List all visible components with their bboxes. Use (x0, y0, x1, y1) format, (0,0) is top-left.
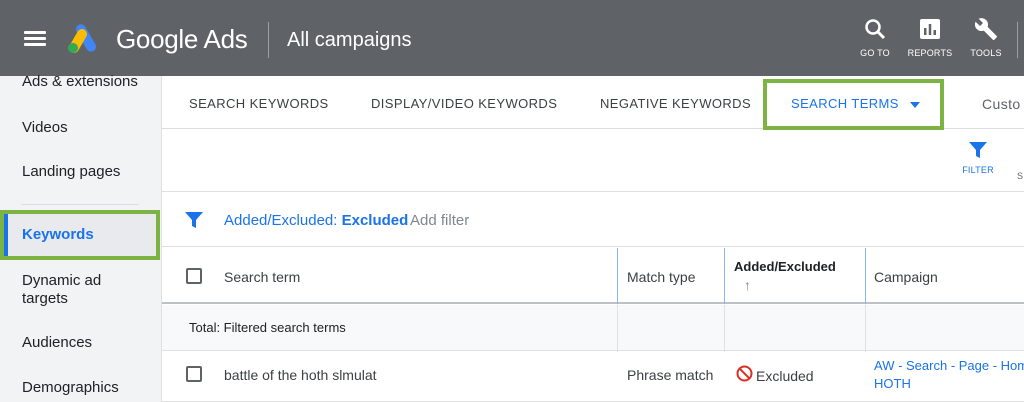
select-all-checkbox[interactable] (186, 268, 202, 284)
go-to-label: GO TO (860, 48, 890, 58)
menu-icon[interactable] (24, 31, 46, 47)
sidebar-item-landing-pages[interactable]: Landing pages (22, 163, 120, 181)
header-right-divider (1017, 22, 1018, 58)
filter-button[interactable]: FILTER (962, 140, 994, 175)
excluded-icon (736, 365, 753, 382)
add-filter-button[interactable]: Add filter (410, 212, 469, 229)
search-icon (865, 19, 886, 40)
active-indicator (4, 214, 8, 256)
sidebar-item-ads-extensions[interactable]: Ads & extensions (22, 73, 138, 91)
match-type-cell: Phrase match (627, 367, 714, 383)
reports-label: REPORTS (907, 48, 953, 58)
added-excluded-cell: Excluded (756, 368, 814, 384)
column-header-search-term[interactable]: Search term (224, 269, 300, 285)
table-toolbar: FILTER S (162, 130, 1024, 192)
active-filters-row: Added/Excluded: Excluded Add filter (162, 193, 1024, 247)
filter-icon (969, 142, 987, 158)
tab-search-terms-label: SEARCH TERMS (791, 96, 899, 111)
filter-button-label: FILTER (962, 165, 994, 175)
search-terms-table: Search term Match type Added/Excluded ↑ … (162, 248, 1024, 402)
brand-name[interactable]: Google Ads (116, 24, 248, 55)
campaign-link[interactable]: AW - Search - Page - Hom (874, 358, 1024, 373)
tab-display-video-keywords[interactable]: DISPLAY/VIDEO KEYWORDS (371, 96, 557, 111)
sidebar: Ads & extensions Videos Landing pages Ke… (0, 73, 162, 402)
google-ads-logo (68, 24, 96, 53)
reports-icon (920, 19, 940, 39)
keyword-tabs: SEARCH KEYWORDS DISPLAY/VIDEO KEYWORDS N… (162, 76, 1024, 130)
sidebar-item-videos[interactable]: Videos (22, 119, 68, 137)
sidebar-item-dynamic-ad-targets[interactable]: Dynamic ad targets (22, 272, 132, 308)
column-divider[interactable] (617, 248, 618, 304)
top-app-bar: Google Ads All campaigns GO TO REPORTS T… (0, 0, 1024, 76)
table-header: Search term Match type Added/Excluded ↑ … (162, 248, 1024, 304)
filter-field: Added/Excluded: (224, 212, 338, 229)
tab-custom[interactable]: Custo (982, 96, 1021, 112)
wrench-icon (974, 18, 997, 40)
segment-button-cut[interactable]: S (1017, 171, 1023, 181)
page-title[interactable]: All campaigns (287, 29, 412, 52)
campaign-link-line2[interactable]: HOTH (874, 376, 911, 391)
filter-value: Excluded (341, 212, 409, 229)
row-checkbox[interactable] (186, 366, 202, 382)
reports-button[interactable]: REPORTS (908, 16, 952, 64)
header-divider (268, 22, 269, 58)
tab-search-keywords[interactable]: SEARCH KEYWORDS (189, 96, 329, 111)
column-header-added-excluded[interactable]: Added/Excluded (734, 259, 836, 274)
sort-arrow-icon[interactable]: ↑ (744, 277, 751, 293)
search-term-cell: battle of the hoth slmulat (224, 367, 377, 383)
filter-icon (185, 212, 203, 228)
column-header-campaign[interactable]: Campaign (874, 269, 938, 285)
column-divider[interactable] (865, 248, 866, 304)
column-header-match-type[interactable]: Match type (627, 269, 695, 285)
tab-search-terms[interactable]: SEARCH TERMS (763, 79, 944, 130)
chevron-down-icon[interactable] (910, 102, 920, 108)
go-to-button[interactable]: GO TO (853, 16, 897, 64)
sidebar-item-demographics[interactable]: Demographics (22, 379, 119, 397)
tools-button[interactable]: TOOLS (964, 16, 1008, 64)
column-divider[interactable] (724, 248, 725, 304)
sidebar-item-audiences[interactable]: Audiences (22, 334, 92, 352)
total-label: Total: Filtered search terms (189, 320, 346, 335)
tab-negative-keywords[interactable]: NEGATIVE KEYWORDS (600, 96, 751, 111)
tools-label: TOOLS (970, 48, 1002, 58)
filter-chip[interactable]: Added/Excluded: Excluded (224, 212, 408, 229)
total-row: Total: Filtered search terms (162, 305, 1024, 351)
sidebar-item-keywords[interactable]: Keywords (0, 210, 160, 260)
sidebar-item-keywords-label: Keywords (22, 226, 94, 243)
table-row[interactable]: battle of the hoth slmulat Phrase match … (162, 352, 1024, 402)
sidebar-divider (22, 204, 138, 205)
